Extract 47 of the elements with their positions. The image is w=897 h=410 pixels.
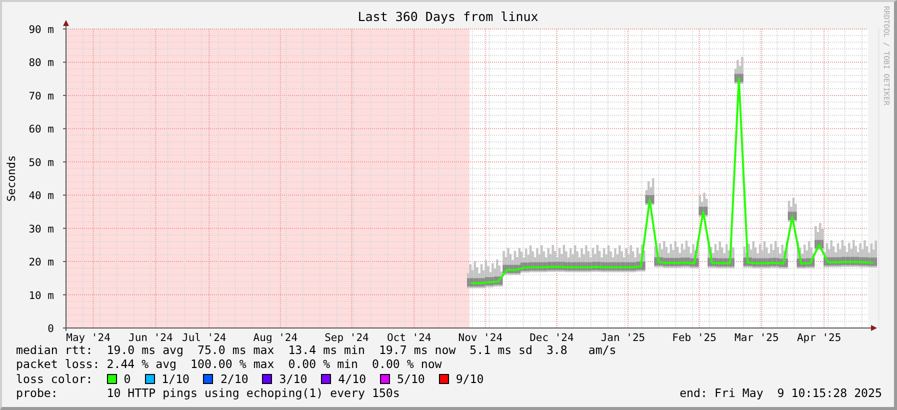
x-tick-label: Jul '24 bbox=[182, 332, 226, 343]
legend-label: loss color: bbox=[16, 372, 94, 386]
y-tick-label: 70 m bbox=[28, 90, 54, 102]
y-tick-label: 30 m bbox=[28, 223, 54, 236]
legend-value: 1/10 bbox=[162, 372, 190, 386]
x-tick-label: Dec '24 bbox=[530, 332, 574, 343]
legend-value: 9/10 bbox=[456, 372, 484, 386]
y-tick-label: 50 m bbox=[28, 156, 54, 169]
y-tick-label: 0 bbox=[48, 323, 54, 335]
legend-value: 3.8 am/s bbox=[546, 343, 616, 358]
legend-value: 3/10 bbox=[279, 372, 308, 386]
x-tick-label: Jun '24 bbox=[128, 332, 173, 343]
legend-value: 13.4 ms min bbox=[288, 343, 365, 358]
legend-value: 0 bbox=[124, 372, 131, 386]
x-tick-label: Jan '25 bbox=[600, 332, 646, 343]
legend-value: 19.0 ms avg bbox=[106, 343, 184, 358]
x-tick-label: Feb '25 bbox=[672, 332, 716, 343]
legend-value: 75.0 ms max bbox=[197, 343, 274, 358]
x-tick-label: Mar '25 bbox=[734, 332, 779, 343]
legend-label: probe: bbox=[16, 386, 59, 401]
x-tick-label: Aug '24 bbox=[253, 332, 298, 343]
x-tick-label: Nov '24 bbox=[458, 332, 503, 343]
probe-text: 10 HTTP pings using echoping(1) every 150s bbox=[106, 386, 400, 401]
end-time: end: Fri May 9 10:15:28 2025 bbox=[680, 386, 882, 401]
legend-value: 100.00 % max bbox=[190, 357, 274, 372]
legend-value: 5/10 bbox=[396, 372, 425, 386]
legend-value: 2/10 bbox=[220, 372, 248, 386]
y-axis-label: Seconds bbox=[5, 155, 18, 202]
legend-label: packet loss: bbox=[16, 357, 101, 372]
y-tick-label: 90 m bbox=[28, 24, 54, 36]
x-tick-label: Apr '25 bbox=[796, 332, 842, 343]
x-tick-label: Oct '24 bbox=[386, 332, 432, 343]
y-tick-label: 80 m bbox=[28, 57, 54, 70]
y-tick-label: 40 m bbox=[28, 190, 54, 202]
chart-title: Last 360 Days from linux bbox=[358, 9, 538, 24]
legend-value: 5.1 ms sd bbox=[470, 343, 532, 358]
legend-value: 2.44 % avg bbox=[106, 357, 177, 372]
legend-value: 0.00 % now bbox=[372, 357, 442, 372]
legend-label: median rtt: bbox=[16, 343, 94, 358]
legend-value: 19.7 ms now bbox=[378, 343, 456, 358]
x-tick-label: Sep '24 bbox=[324, 332, 369, 343]
y-tick-label: 10 m bbox=[28, 290, 54, 302]
legend-value: 0.00 % min bbox=[288, 357, 358, 372]
legend-value: 4/10 bbox=[338, 372, 366, 386]
y-tick-label: 60 m bbox=[28, 124, 54, 136]
y-tick-label: 20 m bbox=[28, 256, 54, 269]
x-tick-label: May '24 bbox=[66, 332, 110, 343]
